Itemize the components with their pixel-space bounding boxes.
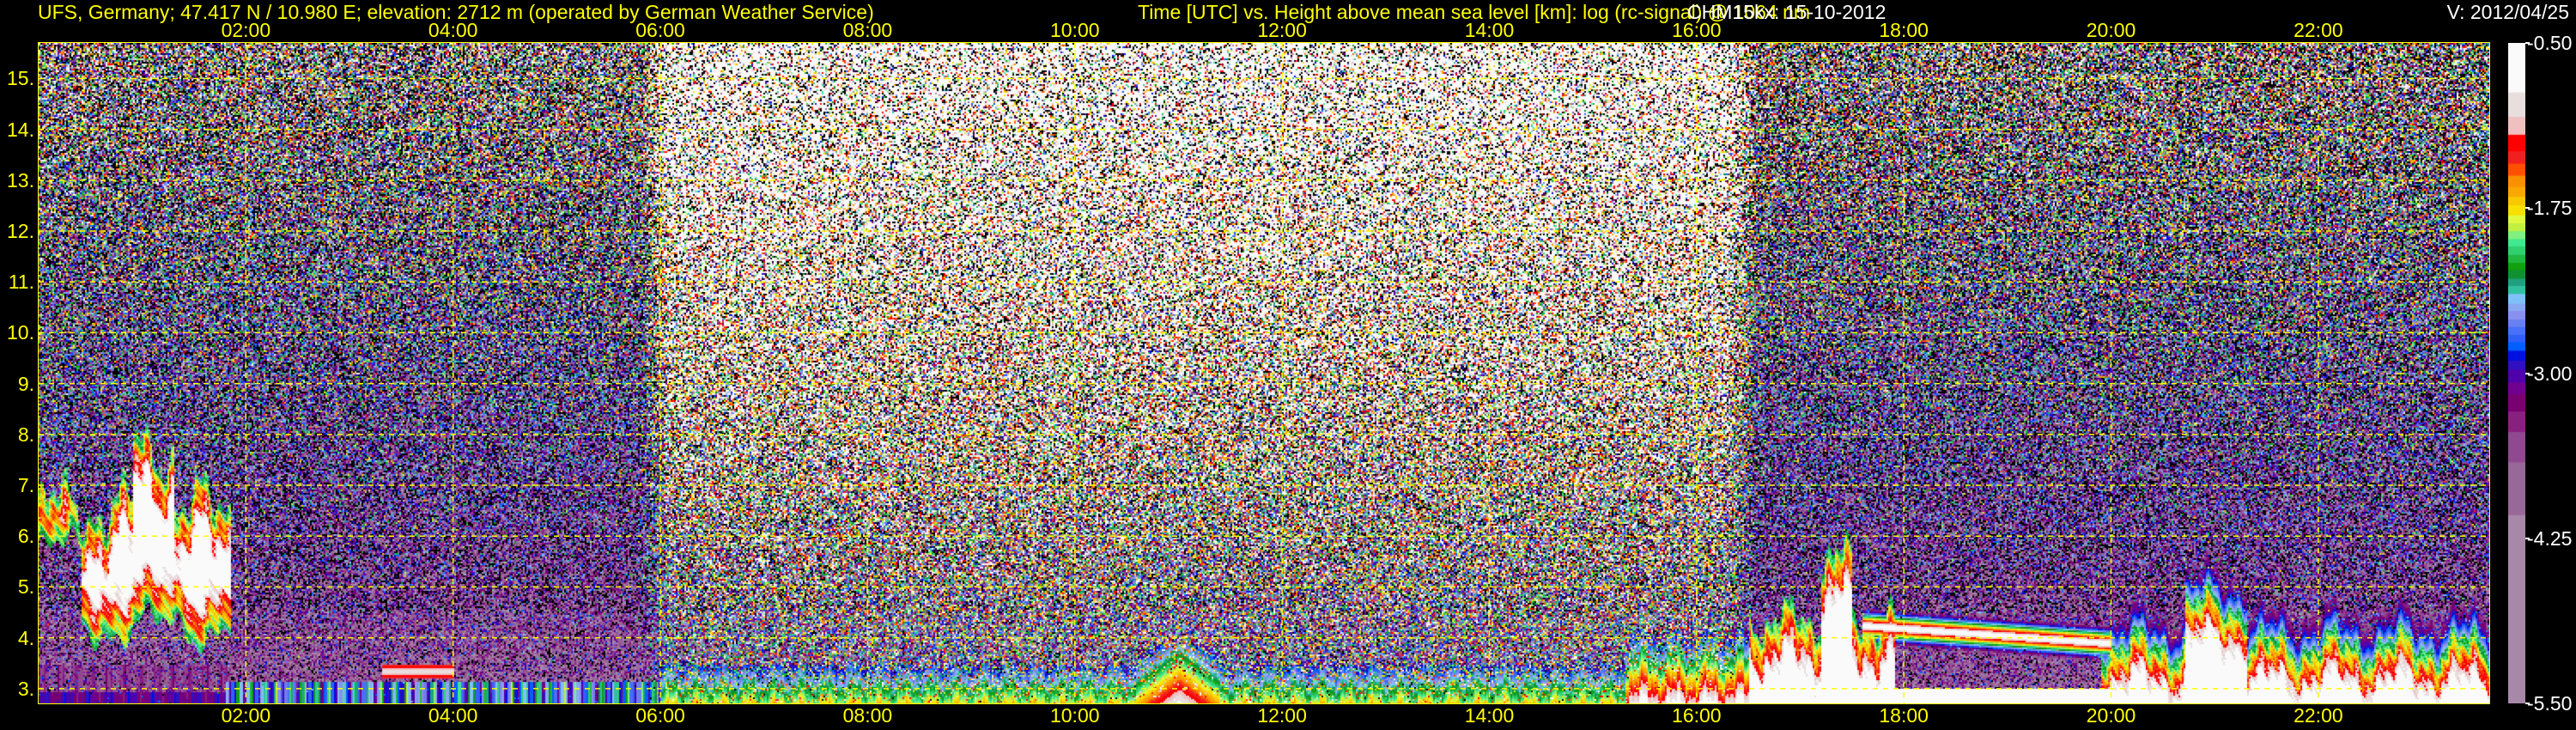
y-tick-label: 10. — [7, 321, 34, 344]
x-tick-label: 16:00 — [1672, 19, 1722, 41]
x-tick-label: 04:00 — [428, 19, 478, 41]
y-tick-label: 4. — [17, 626, 34, 649]
x-tick-label: 20:00 — [2086, 704, 2136, 727]
colorbar-label: -3.00 — [2527, 362, 2573, 385]
x-tick-label: 04:00 — [428, 704, 478, 727]
version-label: V: 2012/04/25 — [2446, 1, 2569, 23]
x-tick-label: 22:00 — [2293, 19, 2343, 41]
y-tick-label: 14. — [7, 118, 34, 141]
colorbar-tick — [2525, 372, 2530, 374]
x-tick-label: 10:00 — [1049, 704, 1100, 727]
x-tick-label: 02:00 — [221, 704, 271, 727]
backscatter-heatmap — [39, 43, 2489, 703]
grid-lines — [39, 43, 2489, 703]
colorbar-tick — [2525, 537, 2530, 539]
x-tick-label: 18:00 — [1879, 19, 1929, 41]
colorbar-label: -1.75 — [2527, 197, 2573, 220]
y-tick-label: 7. — [17, 474, 34, 497]
x-tick-label: 08:00 — [842, 704, 893, 727]
y-tick-label: 11. — [8, 271, 34, 294]
x-tick-label: 22:00 — [2293, 704, 2343, 727]
colorbar-label: -5.50 — [2527, 692, 2573, 715]
y-tick-label: 9. — [17, 372, 34, 395]
colorbar — [2508, 43, 2525, 703]
x-tick-label: 06:00 — [635, 19, 685, 41]
x-tick-label: 14:00 — [1464, 704, 1515, 727]
y-tick-label: 12. — [7, 220, 34, 243]
colorbar-label: -0.50 — [2527, 32, 2573, 54]
x-tick-label: 06:00 — [635, 704, 685, 727]
y-tick-label: 15. — [7, 67, 34, 90]
colorbar-tick — [2525, 703, 2530, 704]
x-tick-label: 20:00 — [2086, 19, 2136, 41]
y-tick-label: 5. — [17, 575, 34, 599]
y-tick-label: 13. — [7, 168, 34, 192]
x-tick-label: 14:00 — [1464, 19, 1515, 41]
colorbar-tick — [2525, 42, 2530, 44]
colorbar-tick — [2525, 207, 2530, 210]
y-tick-label: 6. — [17, 525, 34, 548]
x-tick-label: 12:00 — [1257, 704, 1307, 727]
x-tick-label: 02:00 — [221, 19, 271, 41]
y-tick-label: 3. — [17, 677, 34, 700]
x-tick-label: 08:00 — [842, 19, 893, 41]
colorbar-label: -4.25 — [2527, 526, 2573, 550]
x-tick-label: 16:00 — [1672, 704, 1722, 727]
x-tick-label: 10:00 — [1049, 19, 1100, 41]
x-tick-label: 12:00 — [1257, 19, 1307, 41]
y-tick-label: 8. — [17, 423, 34, 446]
x-tick-label: 18:00 — [1879, 704, 1929, 727]
